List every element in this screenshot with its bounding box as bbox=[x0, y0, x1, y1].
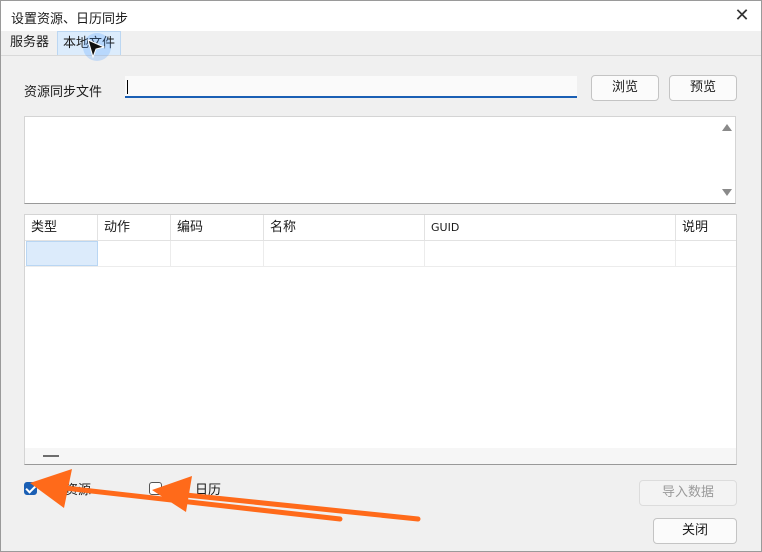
table-cell[interactable] bbox=[98, 241, 171, 266]
window-title: 设置资源、日历同步 bbox=[11, 12, 129, 27]
horizontal-scrollbar[interactable] bbox=[25, 448, 736, 464]
tab-server[interactable]: 服务器 bbox=[5, 31, 54, 54]
calendar-checkbox-label: 日历 bbox=[195, 483, 222, 498]
grid-header: 类型 动作 编码 名称 GUID 说明 bbox=[25, 215, 736, 241]
resources-checkbox[interactable] bbox=[24, 482, 37, 495]
calendar-checkbox[interactable] bbox=[149, 482, 162, 495]
column-action[interactable]: 动作 bbox=[98, 215, 171, 240]
scroll-thumb[interactable] bbox=[43, 455, 59, 457]
column-guid[interactable]: GUID bbox=[425, 215, 676, 240]
title-bar: 设置资源、日历同步 ✕ bbox=[1, 1, 761, 31]
column-description[interactable]: 说明 bbox=[676, 215, 736, 240]
sync-file-label: 资源同步文件 bbox=[24, 85, 103, 100]
column-name[interactable]: 名称 bbox=[264, 215, 425, 240]
browse-button[interactable]: 浏览 bbox=[591, 75, 659, 101]
column-type[interactable]: 类型 bbox=[25, 215, 98, 240]
import-data-button[interactable]: 导入数据 bbox=[639, 480, 737, 506]
scroll-down-icon[interactable] bbox=[722, 189, 732, 196]
table-cell[interactable] bbox=[425, 241, 676, 266]
preview-text-area[interactable] bbox=[24, 116, 736, 204]
close-button[interactable]: 关闭 bbox=[653, 518, 737, 544]
column-code[interactable]: 编码 bbox=[171, 215, 264, 240]
dialog-window: 设置资源、日历同步 ✕ 服务器 本地文件 资源同步文件 浏览 预览 类型 动作 … bbox=[0, 0, 762, 552]
close-icon[interactable]: ✕ bbox=[731, 5, 753, 27]
table-cell[interactable] bbox=[264, 241, 425, 266]
text-caret bbox=[127, 80, 128, 94]
scroll-up-icon[interactable] bbox=[722, 124, 732, 131]
selected-cell[interactable] bbox=[26, 241, 98, 266]
tab-local-file[interactable]: 本地文件 bbox=[57, 31, 122, 55]
local-file-panel: 资源同步文件 浏览 预览 类型 动作 编码 名称 GUID 说明 资源 日历 导… bbox=[1, 56, 761, 551]
table-row[interactable] bbox=[25, 241, 736, 267]
tab-strip: 服务器 本地文件 bbox=[1, 31, 761, 56]
preview-button[interactable]: 预览 bbox=[669, 75, 737, 101]
sync-file-input[interactable] bbox=[125, 76, 577, 98]
resources-checkbox-label: 资源 bbox=[65, 483, 92, 498]
vertical-scrollbar[interactable] bbox=[719, 117, 735, 203]
table-cell[interactable] bbox=[676, 241, 736, 266]
table-cell[interactable] bbox=[171, 241, 264, 266]
data-grid[interactable]: 类型 动作 编码 名称 GUID 说明 bbox=[24, 214, 737, 465]
